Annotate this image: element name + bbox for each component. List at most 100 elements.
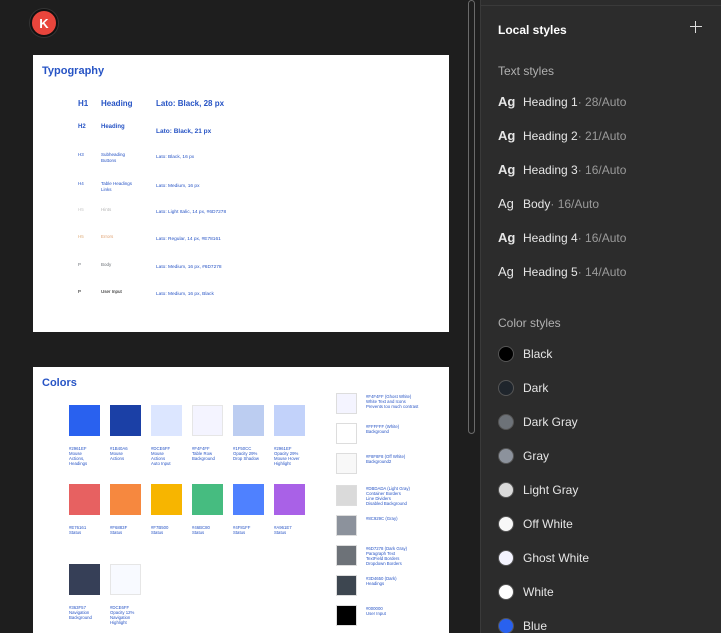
typography-name: Table Headings Links [101,181,133,192]
typography-spec: Lato: Regular, 14 px, #E78161 [156,237,221,242]
neutral-swatch-label: #3D4650 (Dark) Headings [366,576,397,586]
typography-name: Body [101,262,112,267]
text-style-meta: · 16/Auto [577,230,627,245]
typography-tag: H2 [78,124,86,130]
neutral-swatch[interactable] [336,605,357,626]
color-swatch[interactable] [69,484,100,515]
text-style-meta: · 16/Auto [577,162,627,177]
neutral-swatch[interactable] [336,423,357,444]
add-style-icon[interactable] [689,20,703,34]
typography-name: Heading [101,124,125,130]
color-swatch[interactable] [69,564,100,595]
color-swatch[interactable] [151,405,182,436]
text-style-item[interactable]: Ag Heading 5 · 14/Auto [498,264,626,279]
avatar[interactable]: K [30,9,58,37]
typography-tag: H1 [78,99,89,108]
text-style-item[interactable]: Ag Heading 1 · 28/Auto [498,94,626,109]
text-style-item[interactable]: Ag Heading 3 · 16/Auto [498,162,626,177]
color-swatch[interactable] [274,484,305,515]
color-style-name: Ghost White [523,551,590,565]
neutral-swatch-label: #DBDADA (Light Gray) Container Borders L… [366,486,410,506]
color-style-item[interactable]: Ghost White [498,550,589,566]
typography-spec: Lato: Black, 21 px [156,128,212,135]
color-style-dot [498,618,514,633]
color-swatch[interactable] [233,405,264,436]
typography-tag: H4 [78,181,84,186]
panel-divider [481,5,721,6]
text-style-icon: Ag [498,128,516,143]
color-swatch[interactable] [69,405,100,436]
color-style-name: Off White [523,517,573,531]
color-swatch-label: #A961E7 Status [274,525,292,535]
neutral-swatch-label: #6D7278 (Dark Gray) Paragraph Text TextF… [366,546,408,566]
text-style-meta: · 21/Auto [577,128,627,143]
color-style-name: Light Gray [523,483,579,497]
text-style-icon: Ag [498,162,516,177]
color-swatch[interactable] [192,405,223,436]
text-style-name: Heading 5 [523,264,578,279]
typography-name: Subheading Buttons [101,152,126,163]
neutral-swatch-label: #F4F4FF (Ghost White) White Text and Ico… [366,394,419,409]
color-style-item[interactable]: Gray [498,448,549,464]
color-swatch[interactable] [110,484,141,515]
typography-name: User Input [101,289,122,294]
neutral-swatch[interactable] [336,515,357,536]
color-style-dot [498,346,514,362]
color-style-name: Dark [523,381,549,395]
neutral-swatch[interactable] [336,485,357,506]
neutral-swatch[interactable] [336,393,357,414]
color-style-name: Gray [523,449,550,463]
color-style-item[interactable]: Light Gray [498,482,578,498]
text-style-name: Heading 2 [523,128,578,143]
typography-spec: Lato: Light Italic, 14 px, #6D7278 [156,210,227,215]
neutral-swatch[interactable] [336,545,357,566]
color-swatch-label: #2961EF Mouse Actions, Headings [69,446,88,466]
color-style-item[interactable]: White [498,584,554,600]
typography-spec: Lato: Medium, 16 px [156,184,200,189]
text-style-meta: · 16/Auto [550,196,600,211]
colors-frame[interactable]: Colors #2961EF Mouse Actions, Headings #1… [33,367,449,633]
color-style-dot [498,550,514,566]
typography-spec: Lato: Black, 16 px [156,155,195,160]
color-style-item[interactable]: Black [498,346,552,362]
color-style-item[interactable]: Dark Gray [498,414,578,430]
canvas[interactable]: K Typography H1 Heading Lato: Black, 28 px… [0,0,480,633]
text-style-icon: Ag [498,94,516,109]
color-swatch-label: #F4F4FF Table Row Background [192,446,215,461]
color-swatch-label: #F7B500 Status [151,525,169,535]
panel-title: Local styles [498,23,567,37]
text-style-item[interactable]: Ag Body · 16/Auto [498,196,599,211]
color-swatch[interactable] [274,405,305,436]
color-swatch-label: #1B40A6 Mouse Actions [110,446,128,461]
neutral-swatch-label: #F8F8F8 (Off White) Background2 [366,454,406,464]
text-style-item[interactable]: Ag Heading 4 · 16/Auto [498,230,626,245]
color-style-name: Dark Gray [523,415,578,429]
typography-tag: H3 [78,152,84,157]
color-style-name: Black [523,347,553,361]
color-style-dot [498,414,514,430]
color-swatch[interactable] [192,484,223,515]
color-style-item[interactable]: Off White [498,516,573,532]
color-swatch[interactable] [151,484,182,515]
typography-spec: Lato: Black, 28 px [156,99,225,108]
color-swatch[interactable] [110,405,141,436]
color-style-item[interactable]: Dark [498,380,548,396]
color-swatch[interactable] [110,564,141,595]
color-style-dot [498,516,514,532]
text-style-name: Heading 4 [523,230,578,245]
typography-spec: Lato: Medium, 16 px, #6D7278 [156,265,222,270]
text-style-item[interactable]: Ag Heading 2 · 21/Auto [498,128,626,143]
typography-frame[interactable]: Typography H1 Heading Lato: Black, 28 px H2… [33,55,449,332]
color-style-dot [498,448,514,464]
typography-tag: H5 [78,234,84,239]
color-style-dot [498,380,514,396]
canvas-scrollbar[interactable] [468,0,475,434]
text-styles-heading: Text styles [498,64,555,78]
color-swatch-label: #DCE6FF Mouse Actions Auto Input [151,446,171,466]
neutral-swatch[interactable] [336,453,357,474]
color-style-item[interactable]: Blue [498,618,547,633]
color-swatch[interactable] [233,484,264,515]
color-styles-heading: Color styles [498,316,561,330]
text-style-name: Heading 1 [523,94,578,109]
neutral-swatch[interactable] [336,575,357,596]
